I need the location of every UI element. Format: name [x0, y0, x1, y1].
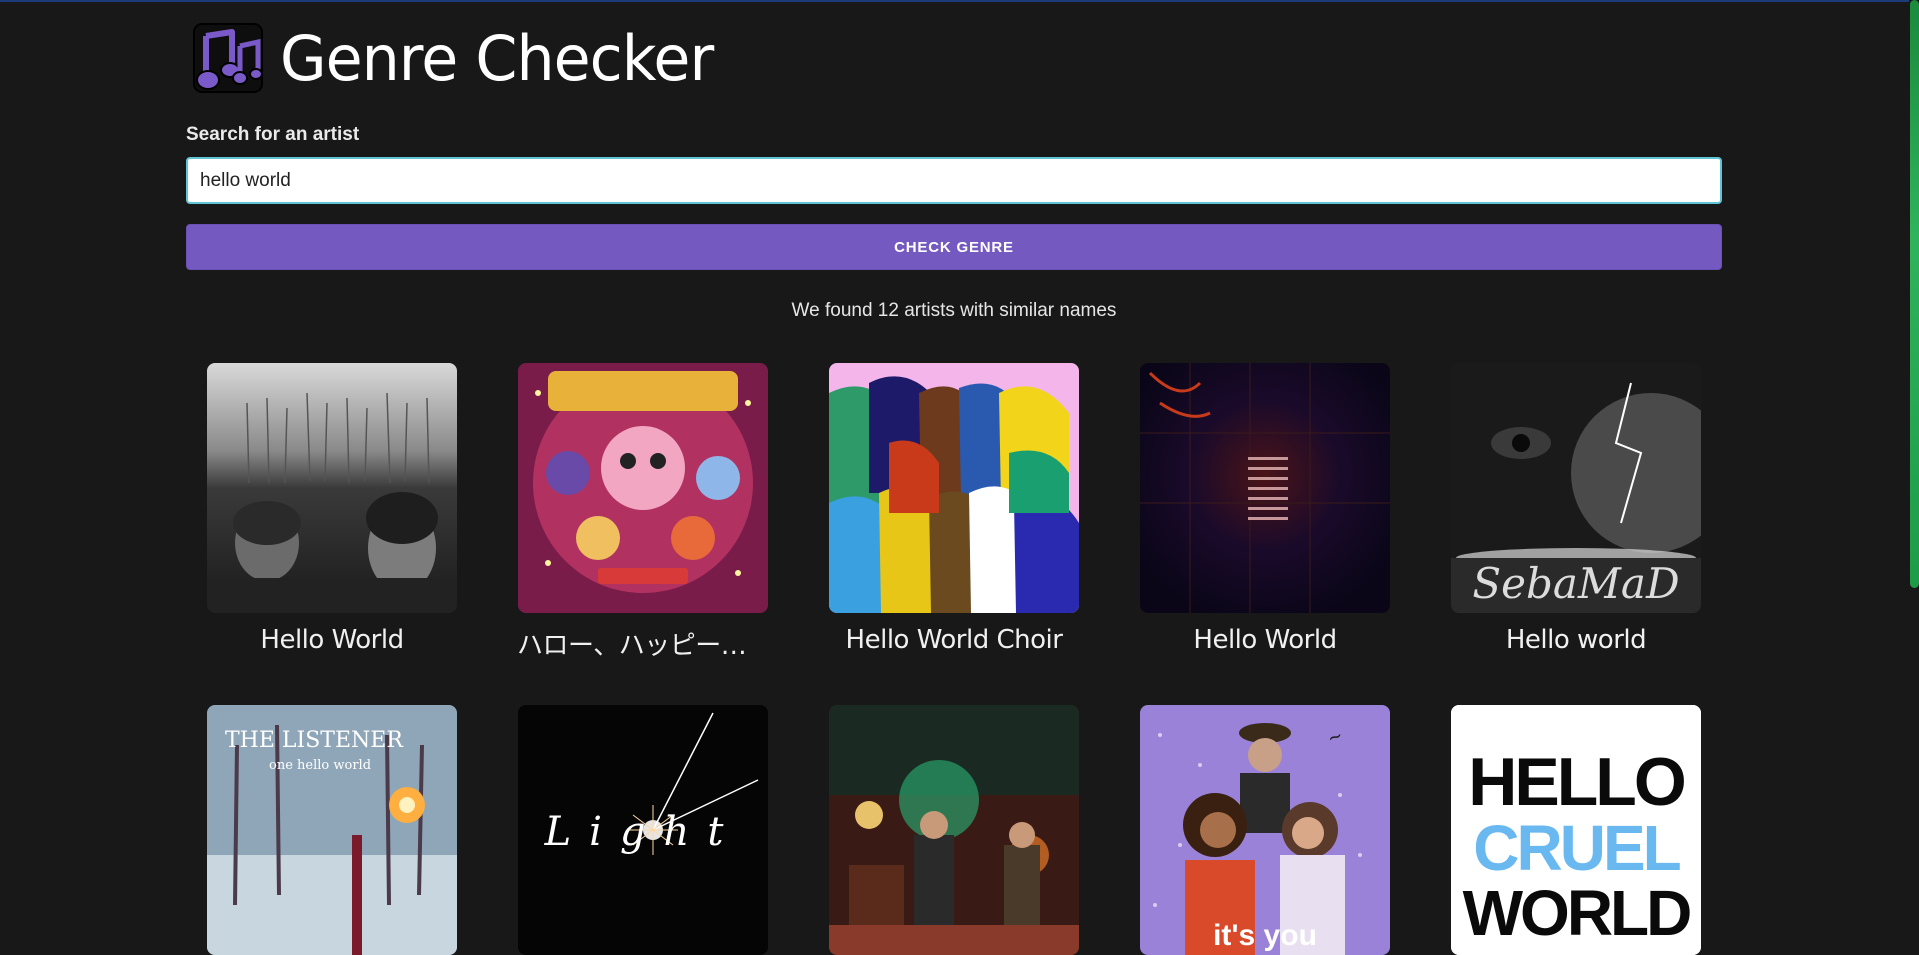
scrollbar-thumb[interactable] [1910, 0, 1919, 588]
artist-card[interactable]: Hello World [206, 363, 458, 655]
cover-subtext: one hello world [269, 758, 371, 773]
check-genre-button[interactable]: CHECK GENRE [186, 224, 1722, 270]
search-label: Search for an artist [186, 124, 360, 145]
artist-name[interactable]: Hello World Choir [828, 625, 1080, 655]
artist-card[interactable]: Hello World [1139, 363, 1391, 655]
artist-card[interactable]: Hello World Choir [828, 363, 1080, 655]
svg-text:HELLO: HELLO [1468, 744, 1685, 820]
artist-card[interactable]: Light [517, 705, 769, 955]
artist-name[interactable]: Hello World [206, 625, 458, 655]
cover-text: THE LISTENER [225, 728, 404, 753]
artist-image[interactable] [207, 363, 457, 613]
artist-card[interactable]: ハロー、ハッピーワ… [517, 363, 769, 662]
svg-text:WORLD: WORLD [1463, 877, 1691, 949]
artist-image[interactable] [518, 363, 768, 613]
page-scrollbar[interactable] [1909, 0, 1919, 903]
artist-image[interactable]: HELLO CRUEL WORLD [1451, 705, 1701, 955]
artist-image[interactable]: SebaMaD [1451, 363, 1701, 613]
cover-text: SebaMaD [1472, 559, 1679, 608]
artist-name[interactable]: ハロー、ハッピーワ… [517, 625, 769, 662]
artist-image[interactable] [1140, 363, 1390, 613]
artist-name[interactable]: Hello world [1450, 625, 1702, 655]
artist-image[interactable] [829, 705, 1079, 955]
search-input[interactable] [186, 157, 1722, 204]
artist-image[interactable]: THE LISTENER one hello world [207, 705, 457, 955]
cover-text: Light [544, 809, 742, 855]
artist-card[interactable] [828, 705, 1080, 955]
svg-text:CRUEL: CRUEL [1473, 812, 1680, 884]
artist-card[interactable]: SebaMaD Hello world [1450, 363, 1702, 655]
cover-text: it's you [1213, 919, 1317, 952]
artist-image[interactable] [829, 363, 1079, 613]
artist-image[interactable]: ~ it's you [1140, 705, 1390, 955]
artist-card[interactable]: HELLO CRUEL WORLD [1450, 705, 1702, 955]
app-header: Genre Checker [192, 21, 727, 95]
results-summary: We found 12 artists with similar names [791, 300, 1117, 321]
artist-card[interactable]: THE LISTENER one hello world [206, 705, 458, 955]
app-title: Genre Checker [280, 21, 714, 95]
artist-card[interactable]: ~ it's you [1139, 705, 1391, 955]
artist-name[interactable]: Hello World [1139, 625, 1391, 655]
artist-image[interactable]: Light [518, 705, 768, 955]
music-notes-icon [193, 23, 263, 93]
top-border [0, 0, 1919, 2]
